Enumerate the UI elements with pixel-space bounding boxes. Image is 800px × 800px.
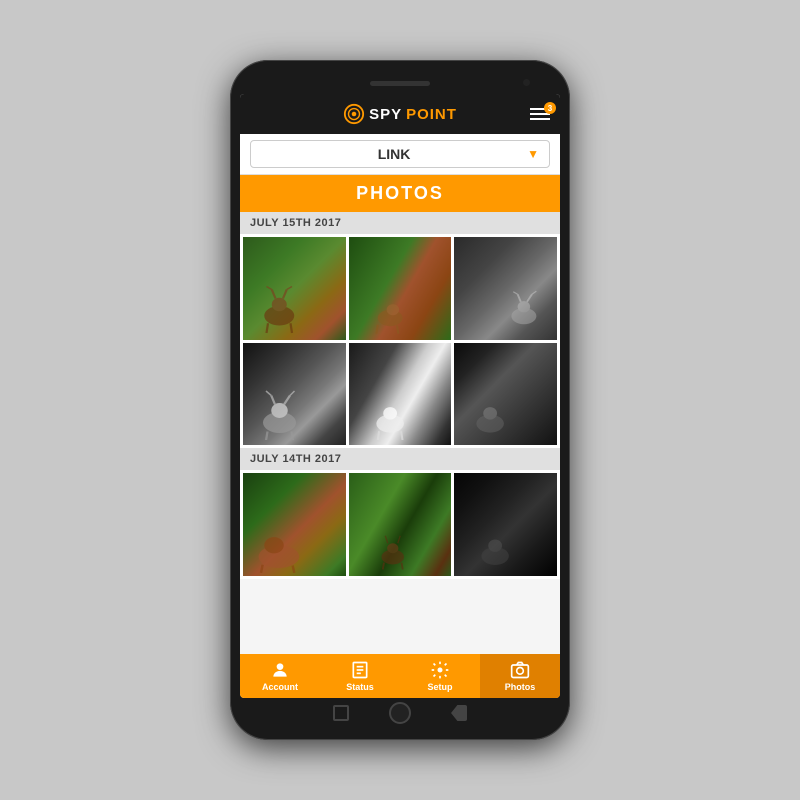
phone-speaker — [370, 81, 430, 86]
phone-device: SPYPOINT 3 LINK ▼ PHOTOS JULY 15TH 2017 — [230, 60, 570, 740]
photo-item[interactable] — [454, 237, 557, 340]
menu-button[interactable]: 3 — [530, 108, 550, 120]
phone-screen: SPYPOINT 3 LINK ▼ PHOTOS JULY 15TH 2017 — [240, 94, 560, 698]
device-selector: LINK ▼ — [240, 134, 560, 175]
nav-label-account: Account — [262, 682, 298, 692]
spypoint-logo: SPYPOINT — [343, 103, 457, 125]
photos-title: PHOTOS — [356, 183, 444, 203]
bottom-nav: Account Status Setup — [240, 654, 560, 698]
photos-title-bar: PHOTOS — [240, 175, 560, 212]
phone-home-btn[interactable] — [389, 702, 411, 724]
nav-label-status: Status — [346, 682, 374, 692]
photo-item[interactable] — [243, 343, 346, 446]
photos-icon — [510, 660, 530, 680]
photo-grid-july14 — [240, 470, 560, 579]
phone-bottom — [240, 698, 560, 728]
date-section-july15: JULY 15TH 2017 — [240, 212, 560, 234]
date-section-july14: JULY 14TH 2017 — [240, 448, 560, 470]
photo-item[interactable] — [454, 343, 557, 446]
menu-line-3 — [530, 118, 550, 120]
nav-item-status[interactable]: Status — [320, 654, 400, 698]
content-area[interactable]: JULY 15TH 2017 — [240, 212, 560, 654]
setup-icon — [430, 660, 450, 680]
device-name: LINK — [261, 146, 527, 162]
logo-point-text: POINT — [406, 106, 457, 123]
phone-camera — [523, 79, 530, 86]
nav-item-setup[interactable]: Setup — [400, 654, 480, 698]
nav-label-setup: Setup — [427, 682, 452, 692]
device-dropdown[interactable]: LINK ▼ — [250, 140, 550, 168]
menu-badge: 3 — [544, 102, 556, 114]
photo-grid-july15 — [240, 234, 560, 448]
nav-item-photos[interactable]: Photos — [480, 654, 560, 698]
photo-item[interactable] — [243, 473, 346, 576]
phone-back-btn[interactable] — [451, 705, 467, 721]
phone-top-bar — [240, 72, 560, 94]
dropdown-arrow-icon: ▼ — [527, 147, 539, 161]
photo-item[interactable] — [349, 473, 452, 576]
nav-item-account[interactable]: Account — [240, 654, 320, 698]
nav-label-photos: Photos — [505, 682, 536, 692]
photo-item[interactable] — [349, 343, 452, 446]
phone-soft-btn-recent[interactable] — [333, 705, 349, 721]
photo-item[interactable] — [349, 237, 452, 340]
spypoint-logo-icon — [343, 103, 365, 125]
app-header: SPYPOINT 3 — [240, 94, 560, 134]
logo-spy-text: SPY — [369, 106, 402, 123]
status-icon — [350, 660, 370, 680]
account-icon — [270, 660, 290, 680]
photo-item[interactable] — [454, 473, 557, 576]
photo-item[interactable] — [243, 237, 346, 340]
